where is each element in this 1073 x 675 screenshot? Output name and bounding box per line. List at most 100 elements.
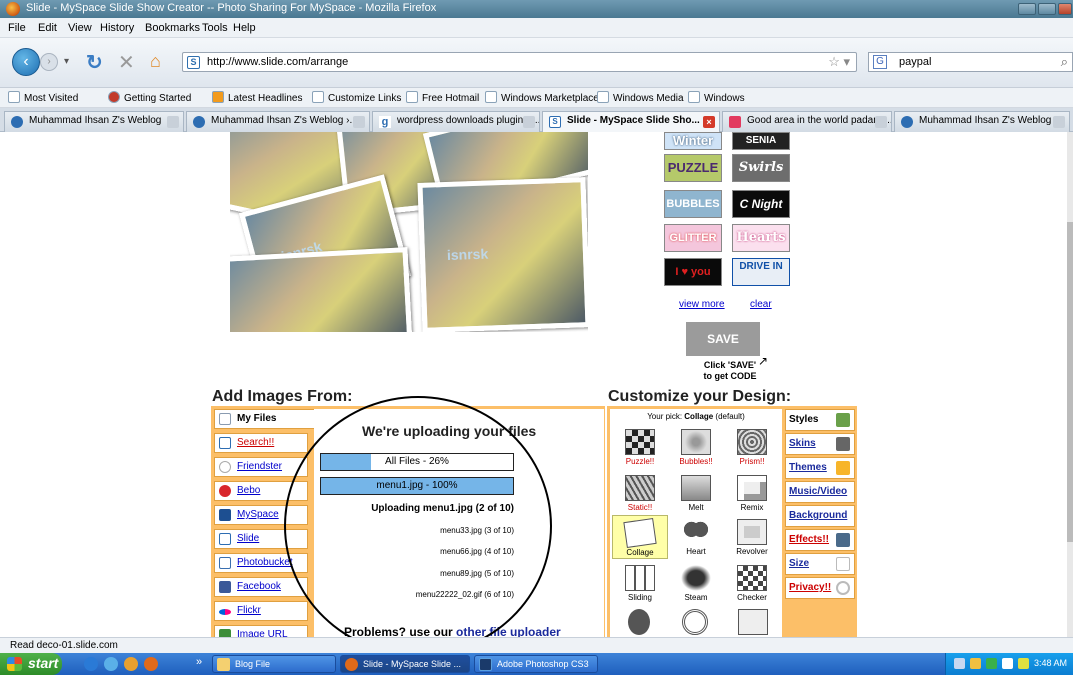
theme-swirls[interactable]: Swirls — [732, 154, 790, 182]
menu-bookmarks[interactable]: Bookmarks — [145, 22, 200, 34]
menu-history[interactable]: History — [100, 22, 134, 34]
theme-winter[interactable]: Winter — [664, 132, 722, 150]
minimize-button[interactable] — [1018, 3, 1036, 15]
menu-edit[interactable]: Edit — [38, 22, 57, 34]
effect-melt[interactable]: Melt — [668, 471, 724, 517]
scrollbar-thumb[interactable] — [1067, 222, 1073, 542]
theme-drive-in[interactable]: DRIVE IN — [732, 258, 790, 286]
effect-sliding[interactable]: Sliding — [612, 561, 668, 607]
theme-puzzle[interactable]: PUZZLE — [664, 154, 722, 182]
view-more-link[interactable]: view more — [679, 299, 725, 310]
effect-thumb-partial[interactable] — [628, 609, 650, 635]
vertical-scrollbar[interactable] — [1067, 132, 1073, 637]
style-size[interactable]: Size — [785, 553, 855, 575]
theme-hearts[interactable]: Hearts — [732, 224, 790, 252]
google-icon[interactable]: G — [873, 55, 887, 69]
menu-help[interactable]: Help — [233, 22, 256, 34]
source-image-url[interactable]: Image URL — [214, 625, 308, 637]
menu-view[interactable]: View — [68, 22, 92, 34]
desktop-icon[interactable] — [104, 657, 118, 671]
style-music-video[interactable]: Music/Video — [785, 481, 855, 503]
tab-close-icon[interactable] — [1053, 116, 1065, 128]
source-facebook[interactable]: Facebook — [214, 577, 308, 597]
style-background[interactable]: Background — [785, 505, 855, 527]
reload-icon[interactable]: ↻ — [86, 50, 103, 75]
search-box[interactable]: G paypal ⌕ — [868, 52, 1073, 72]
effect-revolver[interactable]: Revolver — [724, 515, 780, 561]
effect-collage[interactable]: Collage — [612, 515, 668, 559]
tab-close-icon[interactable] — [523, 116, 535, 128]
bookmark-star-icon[interactable]: ☆ ▾ — [828, 54, 850, 70]
task-blog-file[interactable]: Blog File — [212, 655, 336, 673]
tab-5[interactable]: Good area in the world padang... — [722, 111, 892, 132]
tray-icon[interactable] — [1018, 658, 1029, 669]
bookmark-windows-marketplace[interactable]: Windows Marketplace — [485, 91, 599, 104]
clear-link[interactable]: clear — [750, 299, 772, 310]
theme-glitter[interactable]: GLITTER — [664, 224, 722, 252]
tab-3[interactable]: g wordpress downloads plugin - ... — [372, 111, 540, 132]
task-firefox[interactable]: Slide - MySpace Slide ... — [340, 655, 470, 673]
style-themes[interactable]: Themes — [785, 457, 855, 479]
history-dropdown-icon[interactable]: ▾ — [64, 56, 69, 67]
theme-senia[interactable]: SENIA — [732, 132, 790, 150]
style-skins[interactable]: Skins — [785, 433, 855, 455]
bookmark-free-hotmail[interactable]: Free Hotmail — [406, 91, 479, 104]
forward-button[interactable]: › — [40, 53, 58, 71]
effect-prism[interactable]: Prism!! — [724, 425, 780, 471]
bookmark-customize-links[interactable]: Customize Links — [312, 91, 401, 104]
bookmark-getting-started[interactable]: Getting Started — [108, 91, 191, 104]
effect-bubbles[interactable]: Bubbles!! — [668, 425, 724, 471]
effect-static[interactable]: Static!! — [612, 471, 668, 517]
url-bar[interactable]: S http://www.slide.com/arrange ☆ ▾ — [182, 52, 857, 72]
theme-night[interactable]: C Night — [732, 190, 790, 218]
effect-steam[interactable]: Steam — [668, 561, 724, 607]
firefox-quicklaunch-icon[interactable] — [144, 657, 158, 671]
frame-thumb-partial[interactable] — [738, 609, 768, 635]
start-button[interactable]: start — [0, 653, 62, 675]
effect-checker[interactable]: Checker — [724, 561, 780, 607]
maximize-button[interactable] — [1038, 3, 1056, 15]
back-button[interactable]: ‹ — [12, 48, 40, 76]
menu-file[interactable]: File — [8, 22, 26, 34]
task-photoshop[interactable]: Adobe Photoshop CS3 — [474, 655, 598, 673]
search-icon[interactable]: ⌕ — [1061, 54, 1068, 70]
effect-puzzle[interactable]: Puzzle!! — [612, 425, 668, 471]
menu-tools[interactable]: Tools — [202, 22, 228, 34]
network-icon[interactable] — [986, 658, 997, 669]
tab-close-icon[interactable] — [353, 116, 365, 128]
close-button[interactable] — [1058, 3, 1072, 15]
tray-icon[interactable] — [954, 658, 965, 669]
home-icon[interactable]: ⌂ — [150, 51, 161, 72]
bookmark-most-visited[interactable]: Most Visited — [8, 91, 78, 104]
source-flickr[interactable]: Flickr — [214, 601, 308, 621]
style-styles[interactable]: Styles — [785, 409, 855, 431]
tab-close-icon[interactable]: × — [703, 116, 715, 128]
bookmark-latest-headlines[interactable]: Latest Headlines — [212, 91, 303, 104]
theme-i-love-you[interactable]: I ♥ you — [664, 258, 722, 286]
tray-icon[interactable] — [970, 658, 981, 669]
bookmark-windows-media[interactable]: Windows Media — [597, 91, 684, 104]
ie-icon[interactable] — [84, 657, 98, 671]
effect-remix[interactable]: Remix — [724, 471, 780, 517]
bookmark-windows[interactable]: Windows — [688, 91, 745, 104]
tab-6[interactable]: Muhammad Ihsan Z's Weblog ›... — [894, 111, 1070, 132]
tab-4-active[interactable]: S Slide - MySpace Slide Sho... × — [542, 111, 720, 132]
volume-icon[interactable] — [1002, 658, 1013, 669]
clock[interactable]: 3:48 AM — [1034, 658, 1067, 668]
tab-close-icon[interactable] — [875, 116, 887, 128]
media-icon[interactable] — [124, 657, 138, 671]
more-chevron-icon[interactable]: » — [196, 656, 202, 668]
save-button[interactable]: SAVE — [686, 322, 760, 356]
tab-close-icon[interactable] — [167, 116, 179, 128]
tab-1[interactable]: Muhammad Ihsan Z's Weblog — [4, 111, 184, 132]
style-effects[interactable]: Effects!! — [785, 529, 855, 551]
style-privacy[interactable]: Privacy!! — [785, 577, 855, 599]
tab-2[interactable]: Muhammad Ihsan Z's Weblog ›... — [186, 111, 370, 132]
source-my-files[interactable]: My Files — [214, 409, 314, 429]
source-search[interactable]: Search!! — [214, 433, 308, 453]
theme-bubbles[interactable]: BUBBLES — [664, 190, 722, 218]
effect-heart[interactable]: Heart — [668, 515, 724, 561]
stop-icon[interactable]: ✕ — [118, 50, 135, 75]
slideshow-preview[interactable]: isnrsk isnrsk — [230, 132, 588, 332]
swirl-thumb-partial[interactable] — [682, 609, 708, 635]
